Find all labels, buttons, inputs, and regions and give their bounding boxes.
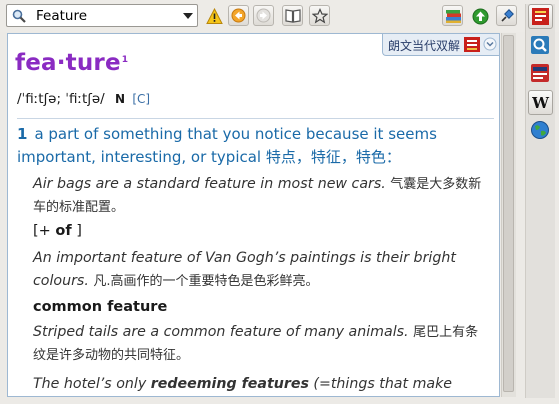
globe-icon xyxy=(531,121,549,139)
grammar-pattern: [+ of ] xyxy=(33,223,82,239)
dictionary-tab[interactable]: 朗文当代双解 xyxy=(382,34,499,56)
book-button[interactable] xyxy=(282,5,303,26)
example-sentence: The hotel’s only redeeming features (=th… xyxy=(33,373,489,396)
pronunciation: /ˈfiːtʃə; ˈfiːtʃə/ xyxy=(17,91,105,107)
part-of-speech: N xyxy=(115,92,126,106)
headword: fea·ture1 xyxy=(15,50,128,76)
headword-text: fea·ture xyxy=(15,50,121,76)
svg-text:W: W xyxy=(531,94,550,112)
example-after: (=things that make xyxy=(308,376,453,392)
search-combobox[interactable] xyxy=(6,4,198,27)
sense-definition: 1a part of something that you notice bec… xyxy=(17,123,487,169)
warning-button[interactable] xyxy=(203,5,224,26)
example-sentence: Striped tails are a common feature of ma… xyxy=(33,321,489,367)
back-arrow-icon xyxy=(231,8,246,23)
grammar-code[interactable]: [C] xyxy=(132,92,150,106)
dictionary-longman-button[interactable] xyxy=(528,4,553,29)
books-icon xyxy=(446,10,461,23)
example-sentence: Air bags are a standard feature in most … xyxy=(33,173,489,219)
collocation-phrase: common feature xyxy=(33,299,168,315)
pin-button[interactable] xyxy=(496,5,517,26)
divider xyxy=(17,118,494,119)
longman-dictionary-icon xyxy=(532,8,549,25)
dictionary-search-icon xyxy=(531,36,549,54)
go-up-icon xyxy=(472,8,489,25)
pronunciation-line: /ˈfiːtʃə; ˈfiːtʃə/ N [C] xyxy=(17,91,150,107)
sense-number: 1 xyxy=(17,125,28,143)
chevron-down-icon[interactable] xyxy=(183,13,193,19)
example-zh: 凡.高画作的一个重要特色是色彩鲜亮。 xyxy=(93,274,319,289)
dictionary-name: 朗文当代双解 xyxy=(388,39,461,53)
go-button[interactable] xyxy=(469,5,490,26)
oxford-dictionary-icon xyxy=(531,64,549,82)
dictionary-web-button[interactable] xyxy=(528,118,553,143)
example-before: The hotel’s only xyxy=(33,376,151,392)
homograph-number: 1 xyxy=(121,55,129,65)
favorite-button[interactable] xyxy=(309,5,330,26)
forward-arrow-icon xyxy=(256,8,271,23)
example-sentence: An important feature of Van Gogh’s paint… xyxy=(33,247,489,293)
magnifier-icon xyxy=(12,9,26,23)
dictionary-logo-icon xyxy=(464,37,480,52)
wikipedia-icon: W xyxy=(531,94,550,112)
example-en: Striped tails are a common feature of ma… xyxy=(33,324,409,340)
article-panel: 朗文当代双解 fea·ture1 /ˈfiːtʃə; ˈfiːtʃə/ N [C… xyxy=(7,33,500,397)
example-en: Air bags are a standard feature in most … xyxy=(33,176,386,192)
star-icon xyxy=(312,8,328,24)
chevron-down-icon[interactable] xyxy=(483,37,497,51)
dictionary-search-button[interactable] xyxy=(528,33,553,58)
dictionaries-button[interactable] xyxy=(442,5,463,26)
scrollbar-thumb[interactable] xyxy=(503,35,514,392)
dictionary-wikipedia-button[interactable]: W xyxy=(528,90,553,115)
forward-button[interactable] xyxy=(253,5,274,26)
pin-icon xyxy=(501,9,514,22)
warning-icon xyxy=(206,8,223,24)
book-icon xyxy=(285,9,301,23)
grammar-word: of xyxy=(55,223,72,239)
toolbar xyxy=(0,0,559,32)
dictionary-oxford-button[interactable] xyxy=(528,61,553,86)
grammar-close: ] xyxy=(71,223,82,239)
definition-text: a part of something that you notice beca… xyxy=(17,125,437,166)
grammar-open: [+ xyxy=(33,223,56,239)
example-bold: redeeming features xyxy=(150,376,309,392)
back-button[interactable] xyxy=(228,5,249,26)
search-input[interactable] xyxy=(36,7,176,24)
